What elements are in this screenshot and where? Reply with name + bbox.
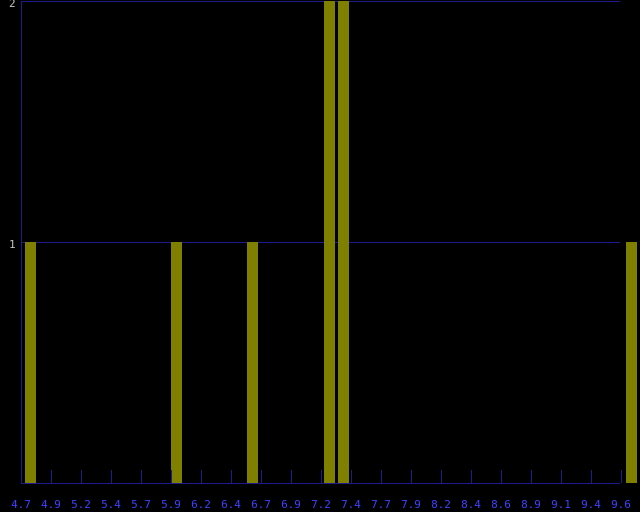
y-tick-label: 1 (9, 238, 16, 251)
y-tick-label: 2 (9, 0, 16, 10)
x-tick-label: 9.4 (581, 498, 601, 511)
x-tick-label: 5.4 (101, 498, 121, 511)
bar (324, 1, 335, 483)
bar (171, 242, 182, 483)
x-tick-label: 8.9 (521, 498, 541, 511)
x-axis-ticks: 4.7 4.9 5.2 5.4 5.7 5.9 6.2 6.4 6.7 6.9 7.2 7.4 7.7 7… (11, 470, 631, 511)
x-tick-label: 5.9 (161, 498, 181, 511)
x-tick-label: 8.2 (431, 498, 451, 511)
x-tick-label: 7.4 (341, 498, 361, 511)
x-tick-label: 7.2 (311, 498, 331, 511)
x-tick-label: 8.6 (491, 498, 511, 511)
y-axis-ticks: 12 (9, 0, 16, 251)
x-tick-label: 4.7 (11, 498, 31, 511)
x-tick-label: 6.9 (281, 498, 301, 511)
x-tick-label: 8.4 (461, 498, 481, 511)
x-tick-label: 9.1 (551, 498, 571, 511)
x-tick-label: 5.2 (71, 498, 91, 511)
bar (338, 1, 349, 483)
x-tick-label: 7.9 (401, 498, 421, 511)
x-tick-label: 4.9 (41, 498, 61, 511)
x-tick-label: 6.7 (251, 498, 271, 511)
gridlines (21, 1, 620, 243)
histogram-chart: 4.7 4.9 5.2 5.4 5.7 5.9 6.2 6.4 6.7 6.9 7.2 7.4 7.7 7… (0, 0, 640, 512)
x-tick-label: 6.2 (191, 498, 211, 511)
chart-canvas: 4.7 4.9 5.2 5.4 5.7 5.9 6.2 6.4 6.7 6.9 7.2 7.4 7.7 7… (9, 0, 637, 511)
x-tick-label: 5.7 (131, 498, 151, 511)
x-tick-label: 6.4 (221, 498, 241, 511)
bar (25, 242, 36, 483)
bar (247, 242, 258, 483)
x-tick-label: 7.7 (371, 498, 391, 511)
x-tick-label: 9.6 (611, 498, 631, 511)
bar (626, 242, 637, 483)
